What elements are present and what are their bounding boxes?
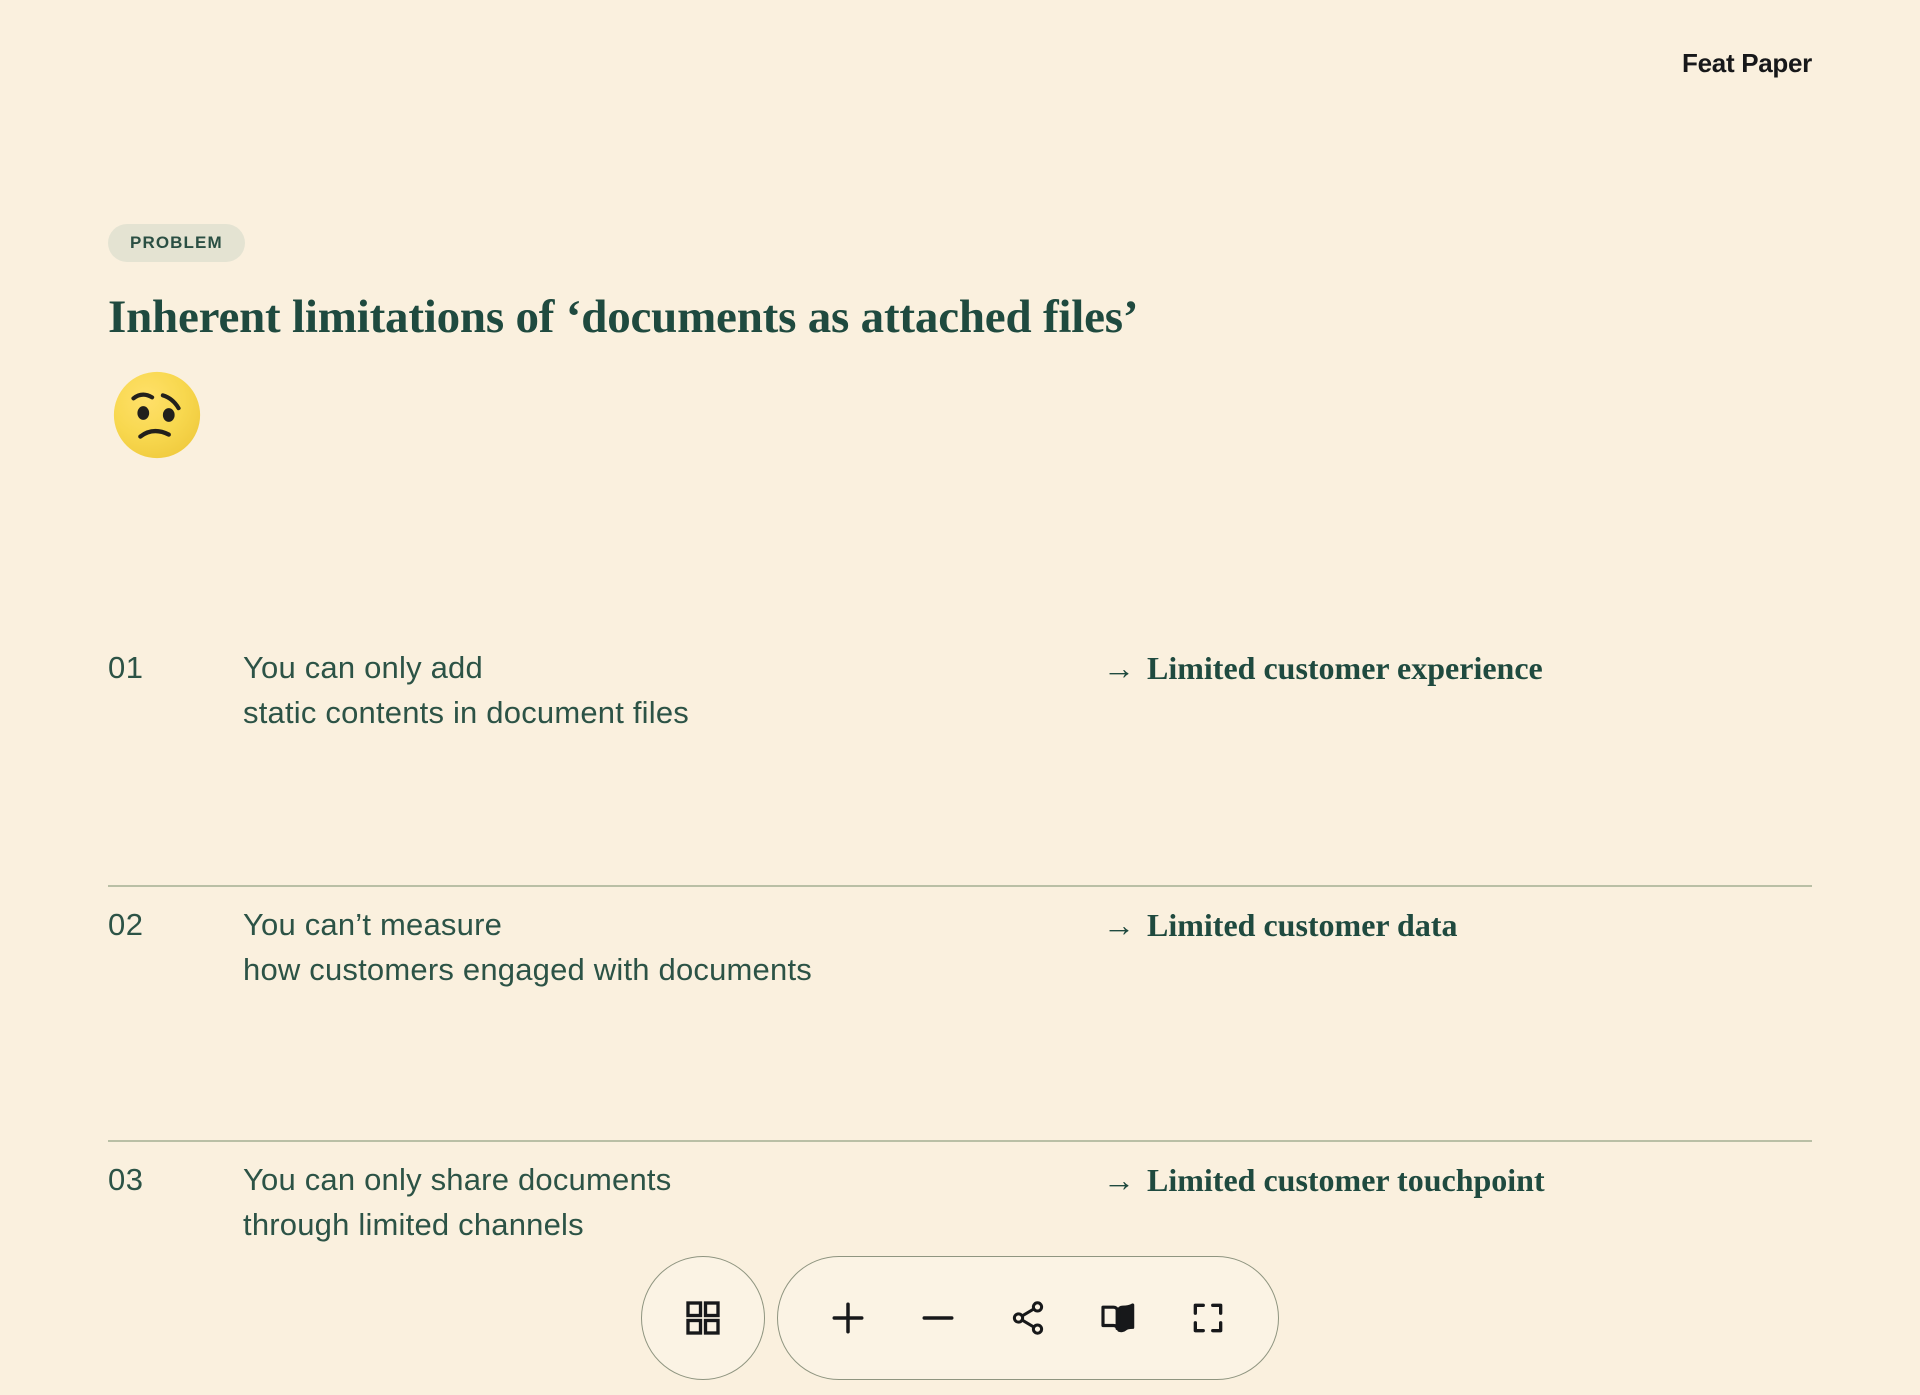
brand-logo: Feat Paper <box>1682 48 1812 78</box>
list-item: 02 You can’t measure how customers engag… <box>108 885 1812 1140</box>
row-result-label: Limited customer data <box>1147 907 1458 943</box>
fullscreen-icon[interactable] <box>1180 1290 1236 1346</box>
page-title: Inherent limitations of ‘documents as at… <box>108 291 1139 343</box>
arrow-right-icon: → <box>1103 650 1135 686</box>
grid-view-button[interactable] <box>641 1256 765 1380</box>
section-badge: PROBLEM <box>108 224 245 262</box>
toolbar-actions <box>777 1256 1279 1380</box>
row-description-line2: through limited channels <box>243 1206 584 1242</box>
worried-face-emoji <box>108 366 206 464</box>
reading-mode-icon[interactable] <box>1090 1290 1146 1346</box>
row-description-line1: You can’t measure <box>243 907 503 942</box>
row-description-line1: You can only share documents <box>243 1162 672 1197</box>
slide-page: Feat Paper PROBLEM Inherent limitations … <box>0 0 1920 1380</box>
row-result: → Limited customer touchpoint <box>1093 1158 1812 1203</box>
list-item: 01 You can only add static contents in d… <box>108 630 1812 885</box>
row-result: → Limited customer experience <box>1093 646 1812 691</box>
arrow-right-icon: → <box>1103 1162 1135 1198</box>
header-block: PROBLEM Inherent limitations of ‘documen… <box>108 224 1139 464</box>
arrow-right-icon: → <box>1103 907 1135 943</box>
row-result-label: Limited customer touchpoint <box>1147 1162 1545 1198</box>
row-description: You can’t measure how customers engaged … <box>243 903 1093 993</box>
row-description: You can only share documents through lim… <box>243 1158 1093 1248</box>
row-result-label: Limited customer experience <box>1147 650 1543 686</box>
row-number: 02 <box>108 907 144 942</box>
row-result: → Limited customer data <box>1093 903 1812 948</box>
zoom-in-button[interactable] <box>820 1290 876 1346</box>
row-description: You can only add static contents in docu… <box>243 646 1093 736</box>
share-icon[interactable] <box>1000 1290 1056 1346</box>
zoom-out-button[interactable] <box>910 1290 966 1346</box>
row-number: 01 <box>108 650 144 685</box>
row-description-line2: static contents in document files <box>243 694 689 730</box>
grid-icon[interactable] <box>675 1290 731 1346</box>
row-description-line2: how customers engaged with documents <box>243 951 812 987</box>
bottom-toolbar <box>641 1256 1279 1380</box>
row-description-line1: You can only add <box>243 650 483 685</box>
row-number: 03 <box>108 1162 144 1197</box>
